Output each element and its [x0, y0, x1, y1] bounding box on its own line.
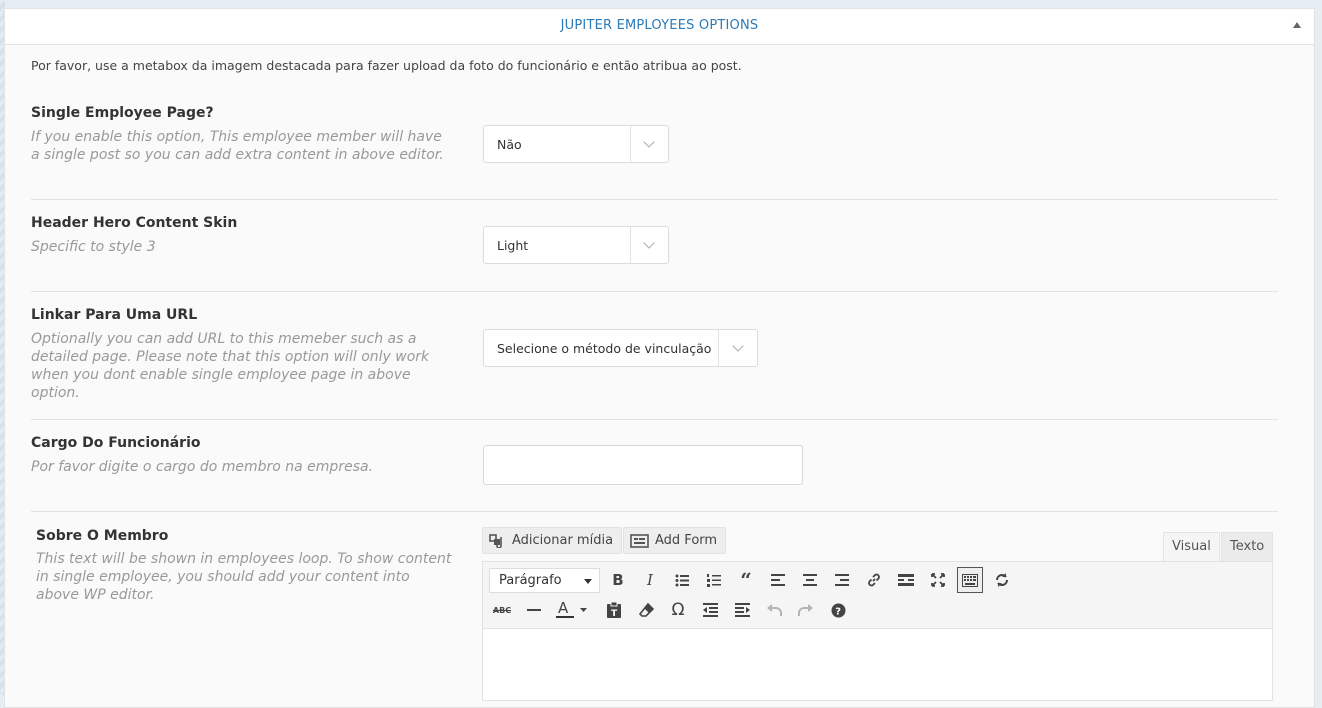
metabox-title: JUPITER EMPLOYEES OPTIONS [560, 18, 759, 33]
add-media-label: Adicionar mídia [512, 533, 614, 548]
media-icon [489, 533, 502, 548]
select-value: Não [497, 137, 522, 152]
toolbar-toggle-icon[interactable] [957, 567, 983, 593]
form-icon [630, 533, 649, 548]
undo-icon[interactable] [761, 597, 787, 623]
bold-icon[interactable]: B [605, 567, 631, 593]
field-label: Cargo Do Funcionário [31, 435, 201, 451]
format-value: Parágrafo [499, 573, 562, 588]
strikethrough-icon[interactable]: ABC [489, 597, 515, 623]
field-label: Header Hero Content Skin [31, 215, 238, 231]
clear-formatting-icon[interactable] [633, 597, 659, 623]
field-description-about: This text will be shown in employees loo… [36, 551, 452, 603]
add-media-button[interactable]: Adicionar mídia [482, 527, 623, 554]
add-form-button[interactable]: Add Form [623, 527, 727, 554]
field-label: Linkar Para Uma URL [31, 307, 198, 323]
chevron-down-icon [643, 136, 655, 148]
field-description: If you enable this option, This employee… [31, 129, 444, 163]
link-method-select[interactable]: Selecione o método de vinculação [483, 329, 758, 367]
format-select[interactable]: Parágrafo [489, 568, 600, 593]
blockquote-icon[interactable]: “ [733, 567, 759, 593]
hero-skin-select[interactable]: Light [483, 226, 669, 264]
caret-down-icon [584, 579, 592, 584]
italic-icon[interactable]: I [637, 567, 663, 593]
field-label: Single Employee Page? [31, 105, 214, 121]
horizontal-line-icon[interactable] [521, 597, 547, 623]
read-more-icon[interactable] [893, 567, 919, 593]
select-value: Light [497, 238, 529, 253]
link-icon[interactable] [861, 567, 887, 593]
align-left-icon[interactable] [765, 567, 791, 593]
add-form-label: Add Form [655, 533, 718, 548]
chevron-down-icon [643, 237, 655, 249]
editor-content-area[interactable] [483, 629, 1272, 701]
help-icon[interactable]: ? [825, 597, 851, 623]
text-color-icon[interactable]: A [551, 597, 591, 623]
bullet-list-icon[interactable] [669, 567, 695, 593]
intro-text: Por favor, use a metabox da imagem desta… [31, 58, 742, 73]
field-row-single-page: Single Employee Page? If you enable this… [31, 100, 1278, 200]
svg-text:T: T [611, 609, 618, 618]
wp-editor: Parágrafo B I “ ABC A T Ω ? [482, 561, 1273, 701]
tab-visual[interactable]: Visual [1163, 532, 1220, 562]
numbered-list-icon[interactable] [701, 567, 727, 593]
metabox-header[interactable]: JUPITER EMPLOYEES OPTIONS [5, 9, 1314, 45]
align-center-icon[interactable] [797, 567, 823, 593]
field-label-about: Sobre O Membro [36, 528, 169, 544]
paste-text-icon[interactable]: T [601, 597, 627, 623]
fullscreen-icon[interactable] [925, 567, 951, 593]
outdent-icon[interactable] [697, 597, 723, 623]
select-value: Selecione o método de vinculação [497, 341, 712, 356]
field-description: Por favor digite o cargo do membro na em… [31, 459, 374, 475]
position-input[interactable] [483, 445, 803, 485]
indent-icon[interactable] [729, 597, 755, 623]
tab-text[interactable]: Texto [1221, 532, 1274, 562]
svg-text:A: A [558, 601, 569, 617]
field-description: Optionally you can add URL to this memeb… [31, 331, 430, 401]
chevron-down-icon [732, 340, 744, 352]
editor-toolbar: Parágrafo B I “ ABC A T Ω ? [483, 562, 1272, 629]
single-page-select[interactable]: Não [483, 125, 669, 163]
refresh-icon[interactable] [989, 567, 1015, 593]
svg-text:?: ? [835, 606, 841, 617]
collapse-toggle-icon[interactable] [1293, 22, 1301, 28]
field-row-position: Cargo Do Funcionário Por favor digite o … [31, 420, 1278, 512]
field-row-hero-skin: Header Hero Content Skin Specific to sty… [31, 200, 1278, 292]
field-row-link-url: Linkar Para Uma URL Optionally you can a… [31, 292, 1278, 420]
align-right-icon[interactable] [829, 567, 855, 593]
redo-icon[interactable] [793, 597, 819, 623]
field-description: Specific to style 3 [31, 239, 156, 255]
special-character-icon[interactable]: Ω [665, 597, 691, 623]
